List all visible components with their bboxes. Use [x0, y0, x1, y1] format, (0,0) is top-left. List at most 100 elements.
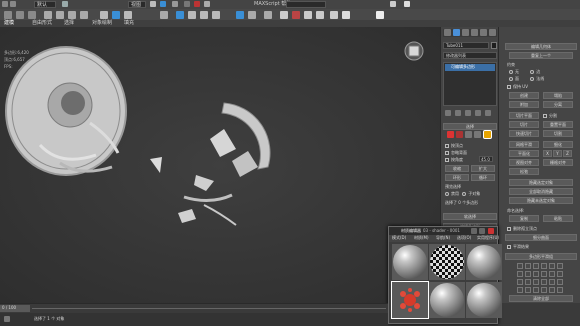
window-select-icon[interactable]	[80, 11, 88, 19]
view-align-button[interactable]: 视图对齐	[509, 159, 539, 166]
mirror-icon[interactable]	[194, 1, 200, 7]
element-mode-icon[interactable]	[483, 130, 492, 139]
y-button[interactable]: Y	[553, 150, 562, 157]
hide-selected-button[interactable]: 隐藏选定对象	[509, 179, 573, 186]
polygon-smoothing-header[interactable]: 多边形平滑组	[505, 253, 577, 260]
ribbon-tab-object-paint[interactable]: 对象绘制	[92, 21, 112, 26]
rotate-tool-icon[interactable]	[112, 11, 120, 19]
me-menu-options[interactable]: 选项(O)	[457, 236, 471, 240]
smoothing-group-7[interactable]	[517, 271, 523, 277]
render-production-icon[interactable]	[342, 11, 350, 19]
make-unique-icon[interactable]	[465, 110, 471, 116]
vertex-mode-icon[interactable]	[447, 131, 454, 138]
snap-toggle-icon[interactable]	[176, 11, 184, 19]
delete-isolated-checkbox[interactable]	[507, 227, 511, 231]
scale-tool-icon[interactable]	[124, 11, 132, 19]
curve-editor-icon[interactable]	[280, 11, 288, 19]
smoothing-group-18[interactable]	[557, 279, 563, 285]
modify-tab-icon[interactable]	[453, 29, 460, 36]
select-icon[interactable]	[44, 11, 52, 19]
pin-stack-icon[interactable]	[445, 110, 451, 116]
material-slot-2[interactable]	[429, 244, 465, 280]
ignore-backface-checkbox[interactable]	[445, 151, 449, 155]
smoothing-group-10[interactable]	[541, 271, 547, 277]
attach-button[interactable]: 附加	[509, 101, 539, 108]
minimize-icon[interactable]	[471, 228, 477, 234]
time-slider[interactable]: 0 / 100	[0, 305, 30, 312]
me-menu-utilities[interactable]: 实用程序(U)	[477, 236, 499, 240]
teapot-render-icon[interactable]	[376, 11, 384, 19]
select-object-icon[interactable]	[62, 1, 68, 7]
teapot-icon[interactable]	[390, 1, 396, 7]
grid-align-button[interactable]: 栅格对齐	[543, 159, 573, 166]
redo-icon[interactable]	[10, 1, 16, 7]
ribbon-tab-selection[interactable]: 选择	[64, 21, 74, 26]
material-editor-icon[interactable]	[304, 11, 312, 19]
scale-icon[interactable]	[172, 1, 178, 7]
smooth-result-row[interactable]: 平滑结果	[507, 243, 529, 250]
smoothing-group-16[interactable]	[541, 279, 547, 285]
rendered-frame-icon[interactable]	[330, 11, 338, 19]
modifier-list-dropdown[interactable]: 修改器列表	[443, 52, 497, 59]
slice-plane-button[interactable]: 切片平面	[509, 112, 539, 119]
smoothing-group-14[interactable]	[525, 279, 531, 285]
layer-icon[interactable]	[264, 11, 272, 19]
z-button[interactable]: Z	[563, 150, 572, 157]
hide-unselected-button[interactable]: 隐藏未选定对象	[509, 197, 573, 204]
modifier-stack[interactable]: 可编辑多边形	[443, 62, 497, 106]
angle-spinner[interactable]: 45.0	[479, 156, 493, 162]
detach-button[interactable]: 分离	[543, 101, 573, 108]
ignore-backface-row[interactable]: 忽略背面	[445, 149, 467, 156]
smoothing-group-19[interactable]	[517, 287, 523, 293]
smoothing-group-1[interactable]	[517, 263, 523, 269]
constraint-normal-radio[interactable]	[530, 77, 535, 81]
motion-tab-icon[interactable]	[471, 29, 478, 36]
smooth-result-checkbox[interactable]	[507, 245, 511, 249]
subdivision-surface-header[interactable]: 细分曲面	[505, 234, 577, 241]
edit-geometry-header[interactable]: 编辑几何体	[505, 43, 577, 50]
reset-plane-button[interactable]: 重置平面	[543, 121, 573, 128]
show-end-result-icon[interactable]	[455, 110, 461, 116]
render-icon[interactable]	[404, 1, 410, 7]
ring-button[interactable]: 环形	[445, 174, 469, 181]
smoothing-group-11[interactable]	[549, 271, 555, 277]
mirror-tool-icon[interactable]	[236, 11, 244, 19]
render-setup-icon[interactable]	[316, 11, 324, 19]
split-checkbox[interactable]	[543, 114, 547, 118]
border-mode-icon[interactable]	[465, 131, 472, 138]
preview-subobj-radio[interactable]	[462, 192, 467, 196]
angle-snap-icon[interactable]	[188, 11, 196, 19]
material-editor-titlebar[interactable]: 材质编辑器 03 - shader - 0001	[389, 227, 497, 235]
relax-button[interactable]: 松弛	[509, 168, 539, 175]
percent-snap-icon[interactable]	[200, 11, 208, 19]
smoothing-group-2[interactable]	[525, 263, 531, 269]
me-menu-navigation[interactable]: 导航(N)	[436, 236, 450, 240]
smoothing-group-24[interactable]	[557, 287, 563, 293]
rotate-icon[interactable]	[160, 1, 166, 7]
select-name-icon[interactable]	[56, 11, 64, 19]
soft-selection-rollout[interactable]: 软选择	[443, 213, 497, 220]
smoothing-group-12[interactable]	[557, 271, 563, 277]
material-editor-window[interactable]: 材质编辑器 03 - shader - 0001 模式(D) 材质(M) 导航(…	[388, 226, 502, 324]
by-vertex-row[interactable]: 按顶点	[445, 142, 463, 149]
preview-disabled-radio[interactable]	[445, 192, 449, 196]
loop-button[interactable]: 循环	[471, 174, 495, 181]
workspace-select[interactable]: 默认	[34, 1, 56, 8]
material-slot-4[interactable]	[391, 281, 429, 319]
hierarchy-tab-icon[interactable]	[462, 29, 469, 36]
schematic-icon[interactable]	[292, 11, 300, 19]
object-name-field[interactable]: Tube011	[443, 42, 489, 49]
smoothing-group-5[interactable]	[549, 263, 555, 269]
split-row[interactable]: 分割	[543, 112, 557, 119]
clear-all-button[interactable]: 清除全部	[509, 295, 573, 302]
align-tool-icon[interactable]	[248, 11, 256, 19]
ribbon-tab-modeling[interactable]: 建模	[4, 21, 14, 26]
spinner-snap-icon[interactable]	[212, 11, 220, 19]
material-slot-6[interactable]	[466, 282, 502, 318]
edge-mode-icon[interactable]	[456, 131, 463, 138]
smoothing-group-23[interactable]	[549, 287, 555, 293]
link-icon[interactable]	[4, 11, 12, 19]
pivot-icon[interactable]	[160, 11, 168, 19]
view-mode-select[interactable]: 视图	[128, 1, 146, 8]
viewport[interactable]: 多边形:6,420 顶点:6,657 FPS:	[0, 27, 440, 303]
